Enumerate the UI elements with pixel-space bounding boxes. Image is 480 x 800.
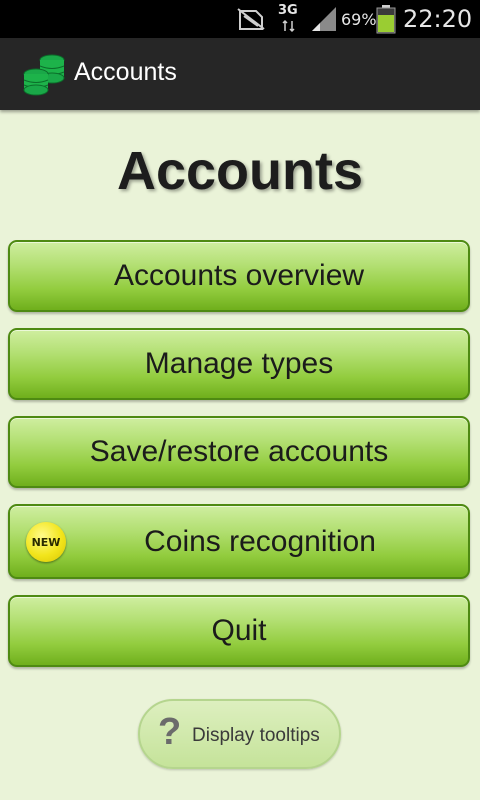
page-title: Accounts: [116, 141, 364, 201]
save-restore-accounts-button[interactable]: Save/restore accounts: [8, 416, 470, 488]
network-type-label: 3G: [278, 3, 298, 18]
new-badge: NEW: [26, 522, 66, 562]
battery-percent: 69%: [341, 10, 377, 29]
display-tooltips-label: Display tooltips: [192, 725, 320, 746]
action-bar: Accounts: [0, 38, 480, 110]
coin-stack-icon[interactable]: [20, 52, 66, 96]
question-mark-icon: ?: [158, 711, 182, 753]
data-transfer-icon: [282, 19, 295, 33]
quit-label: Quit: [211, 614, 267, 647]
signal-strength-icon: [312, 7, 336, 31]
coins-recognition-label: Coins recognition: [144, 524, 376, 558]
accounts-overview-label: Accounts overview: [113, 259, 365, 292]
no-sim-icon: [237, 8, 265, 30]
status-bar: 3G 69% 22:20: [0, 0, 480, 38]
quit-button[interactable]: Quit: [8, 595, 470, 667]
save-restore-accounts-label: Save/restore accounts: [89, 435, 389, 468]
clock: 22:20: [403, 5, 473, 33]
display-tooltips-button[interactable]: ? Display tooltips: [138, 699, 341, 769]
manage-types-button[interactable]: Manage types: [8, 328, 470, 400]
manage-types-label: Manage types: [144, 347, 334, 380]
coins-recognition-button[interactable]: NEW Coins recognition: [8, 504, 470, 579]
accounts-overview-button[interactable]: Accounts overview: [8, 240, 470, 312]
battery-icon: [376, 5, 396, 34]
app-title: Accounts: [74, 58, 177, 86]
